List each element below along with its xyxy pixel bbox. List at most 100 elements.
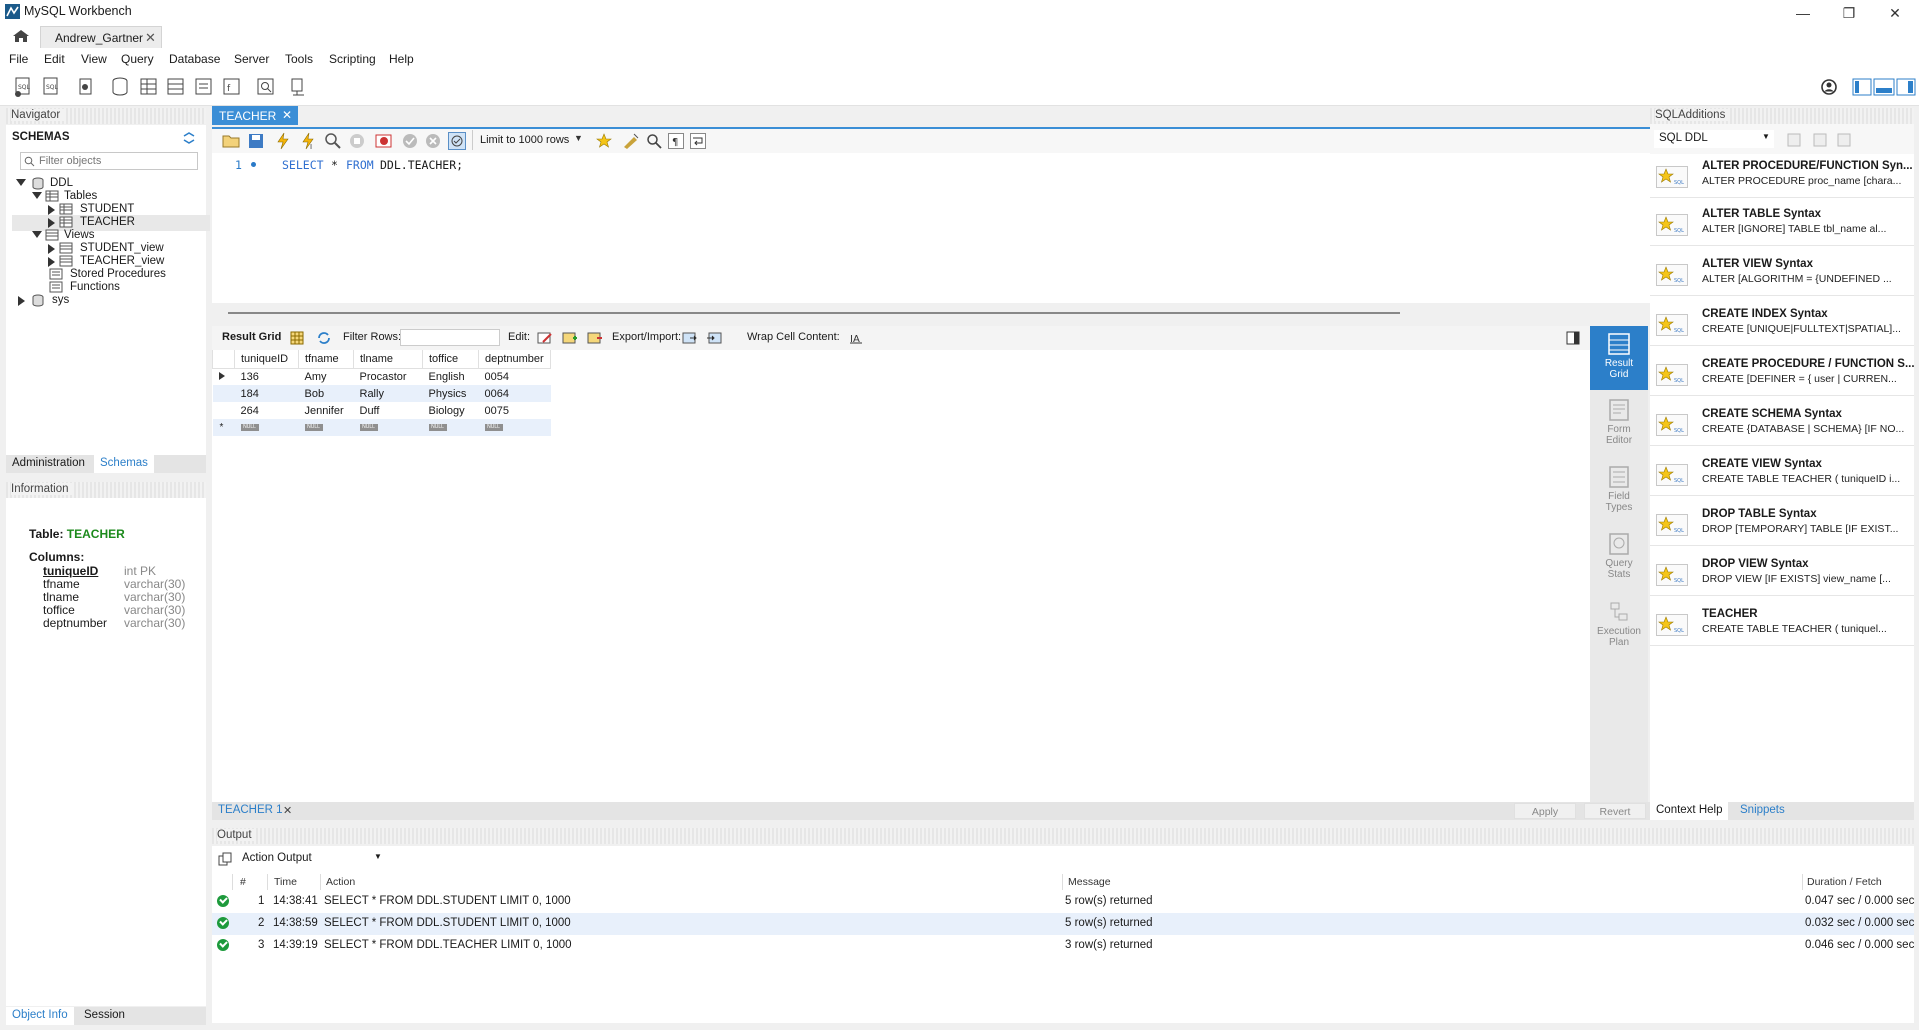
insert-snippet-icon[interactable] — [1786, 132, 1804, 148]
column-header[interactable]: tuniqueID — [234, 350, 299, 369]
toggle-panel-icon[interactable] — [1566, 331, 1580, 345]
null-cell[interactable]: NULL — [353, 419, 423, 436]
close-tab-icon[interactable]: ✕ — [282, 108, 292, 122]
table-row[interactable]: 136 Amy Procastor English 0054 — [213, 368, 551, 385]
snippet-item[interactable]: SQL ALTER PROCEDURE/FUNCTION Syn... ALTER … — [1650, 154, 1914, 198]
table-cell[interactable]: Physics — [422, 385, 479, 402]
output-row[interactable]: 3 14:39:19 SELECT * FROM DDL.TEACHER LIM… — [212, 935, 1914, 957]
connection-tab[interactable]: Andrew_Gartner ✕ — [40, 26, 162, 48]
sql-editor[interactable]: 1 SELECT * FROM DDL.TEACHER; — [212, 153, 1650, 303]
output-row[interactable]: 1 14:38:41 SELECT * FROM DDL.STUDENT LIM… — [212, 891, 1914, 913]
execution-plan-view-button[interactable]: Execution Plan — [1590, 596, 1648, 658]
close-result-tab-icon[interactable]: ✕ — [283, 804, 292, 817]
open-file-icon[interactable] — [222, 133, 240, 149]
delete-snippet-icon[interactable] — [1836, 132, 1854, 148]
expand-toggle-icon[interactable] — [18, 296, 25, 306]
expand-toggle-icon[interactable] — [32, 192, 42, 199]
snippet-item[interactable]: SQL ALTER TABLE Syntax ALTER [IGNORE] TABL… — [1650, 202, 1914, 246]
tab-object-info[interactable]: Object Info — [6, 1007, 74, 1025]
null-cell[interactable]: NULL — [422, 419, 479, 436]
expand-toggle-icon[interactable] — [16, 179, 26, 186]
close-connection-tab-icon[interactable]: ✕ — [145, 30, 156, 46]
create-table-icon[interactable] — [138, 76, 160, 98]
snippet-category-select[interactable]: SQL DDL ▼ — [1654, 130, 1774, 148]
minimize-button[interactable]: — — [1780, 0, 1826, 24]
snippet-item[interactable]: SQL CREATE SCHEMA Syntax CREATE {DATABASE … — [1650, 402, 1914, 446]
open-sql-script-icon[interactable]: SQL — [40, 76, 62, 98]
create-schema-icon[interactable] — [110, 76, 132, 98]
null-cell[interactable]: NULL — [298, 419, 354, 436]
search-table-data-icon[interactable] — [255, 76, 277, 98]
explain-icon[interactable] — [324, 132, 342, 150]
restore-button[interactable]: ❐ — [1826, 0, 1872, 24]
column-header[interactable]: deptnumber — [478, 350, 551, 369]
filter-rows-input[interactable] — [400, 329, 500, 346]
snippet-item[interactable]: SQL ALTER VIEW Syntax ALTER [ALGORITHM = {… — [1650, 252, 1914, 296]
inspector-icon[interactable] — [75, 76, 97, 98]
table-cell[interactable]: Jennifer — [299, 402, 354, 419]
refresh-icon[interactable] — [316, 331, 332, 345]
table-cell[interactable]: Procastor — [354, 368, 423, 385]
create-view-icon[interactable] — [165, 76, 187, 98]
expand-toggle-icon[interactable] — [48, 244, 55, 254]
copy-output-icon[interactable] — [218, 852, 232, 866]
wrap-cell-toggle-icon[interactable]: IA — [849, 331, 863, 345]
table-cell[interactable]: Bob — [298, 385, 354, 402]
snippet-item[interactable]: SQL CREATE INDEX Syntax CREATE [UNIQUE|FUL… — [1650, 302, 1914, 346]
beautify-icon[interactable] — [622, 133, 640, 149]
limit-rows-select[interactable]: Limit to 1000 rows ▼ — [478, 132, 588, 150]
horizontal-scrollbar[interactable] — [228, 312, 1400, 314]
home-icon[interactable] — [12, 29, 30, 43]
table-cell[interactable]: Biology — [423, 402, 479, 419]
tab-session[interactable]: Session — [84, 1009, 125, 1021]
field-types-view-button[interactable]: Field Types — [1590, 461, 1648, 523]
output-row[interactable]: 2 14:38:59 SELECT * FROM DDL.STUDENT LIM… — [212, 913, 1914, 935]
stop-icon[interactable] — [349, 133, 365, 149]
commit-icon[interactable] — [402, 133, 418, 149]
delete-row-icon[interactable] — [587, 330, 603, 346]
wrap-lines-icon[interactable] — [690, 133, 706, 149]
new-row[interactable]: * NULL NULL NULL NULL NULL — [212, 419, 551, 436]
menu-tools[interactable]: Tools — [285, 52, 313, 66]
tab-administration[interactable]: Administration — [12, 457, 85, 469]
table-cell[interactable]: 0054 — [479, 368, 551, 385]
close-window-button[interactable]: ✕ — [1872, 0, 1918, 24]
revert-button[interactable]: Revert — [1584, 803, 1646, 819]
table-cell[interactable]: Duff — [354, 402, 423, 419]
table-cell[interactable]: 264 — [235, 402, 299, 419]
add-snippet-icon[interactable] — [596, 133, 614, 149]
tab-snippets[interactable]: Snippets — [1740, 804, 1785, 816]
expand-toggle-icon[interactable] — [32, 231, 42, 238]
column-header[interactable]: tlname — [353, 350, 423, 369]
panel-layout-toggle-icon[interactable] — [1852, 78, 1916, 96]
table-cell[interactable]: English — [423, 368, 479, 385]
tree-item-sys[interactable]: sys — [12, 293, 202, 309]
export-icon[interactable] — [682, 330, 698, 346]
null-cell[interactable]: NULL — [478, 419, 551, 436]
tab-result-teacher-1[interactable]: TEACHER 1 — [218, 804, 283, 816]
snippet-item[interactable]: SQL CREATE PROCEDURE / FUNCTION S... CREAT… — [1650, 352, 1915, 396]
tab-sql-editor[interactable]: TEACHER ✕ — [212, 106, 298, 125]
create-procedure-icon[interactable] — [193, 76, 215, 98]
auto-commit-icon[interactable] — [448, 132, 466, 150]
snippet-item[interactable]: SQL DROP TABLE Syntax DROP [TEMPORARY] TAB… — [1650, 502, 1914, 546]
copy-snippet-icon[interactable] — [1812, 132, 1830, 148]
filter-objects-input[interactable]: Filter objects — [20, 152, 198, 170]
invisible-characters-icon[interactable]: ¶ — [668, 133, 684, 149]
import-icon[interactable] — [706, 330, 722, 346]
apply-button[interactable]: Apply — [1514, 803, 1576, 819]
account-icon[interactable] — [1820, 78, 1838, 96]
query-stats-view-button[interactable]: Query Stats — [1590, 528, 1648, 590]
table-row[interactable]: 184 Bob Rally Physics 0064 — [212, 385, 551, 402]
expand-toggle-icon[interactable] — [48, 257, 55, 267]
expand-toggle-icon[interactable] — [48, 218, 55, 228]
snippet-item[interactable]: SQL DROP VIEW Syntax DROP VIEW [IF EXISTS]… — [1650, 552, 1914, 596]
find-icon[interactable] — [646, 133, 662, 149]
edit-row-icon[interactable] — [537, 330, 553, 346]
result-grid-view-button[interactable]: Result Grid — [1590, 326, 1648, 390]
table-cell[interactable]: Amy — [299, 368, 354, 385]
insert-row-icon[interactable] — [562, 330, 578, 346]
execute-icon[interactable] — [274, 132, 292, 150]
reconnect-icon[interactable] — [288, 76, 310, 98]
refresh-schemas-icon[interactable] — [182, 132, 196, 144]
